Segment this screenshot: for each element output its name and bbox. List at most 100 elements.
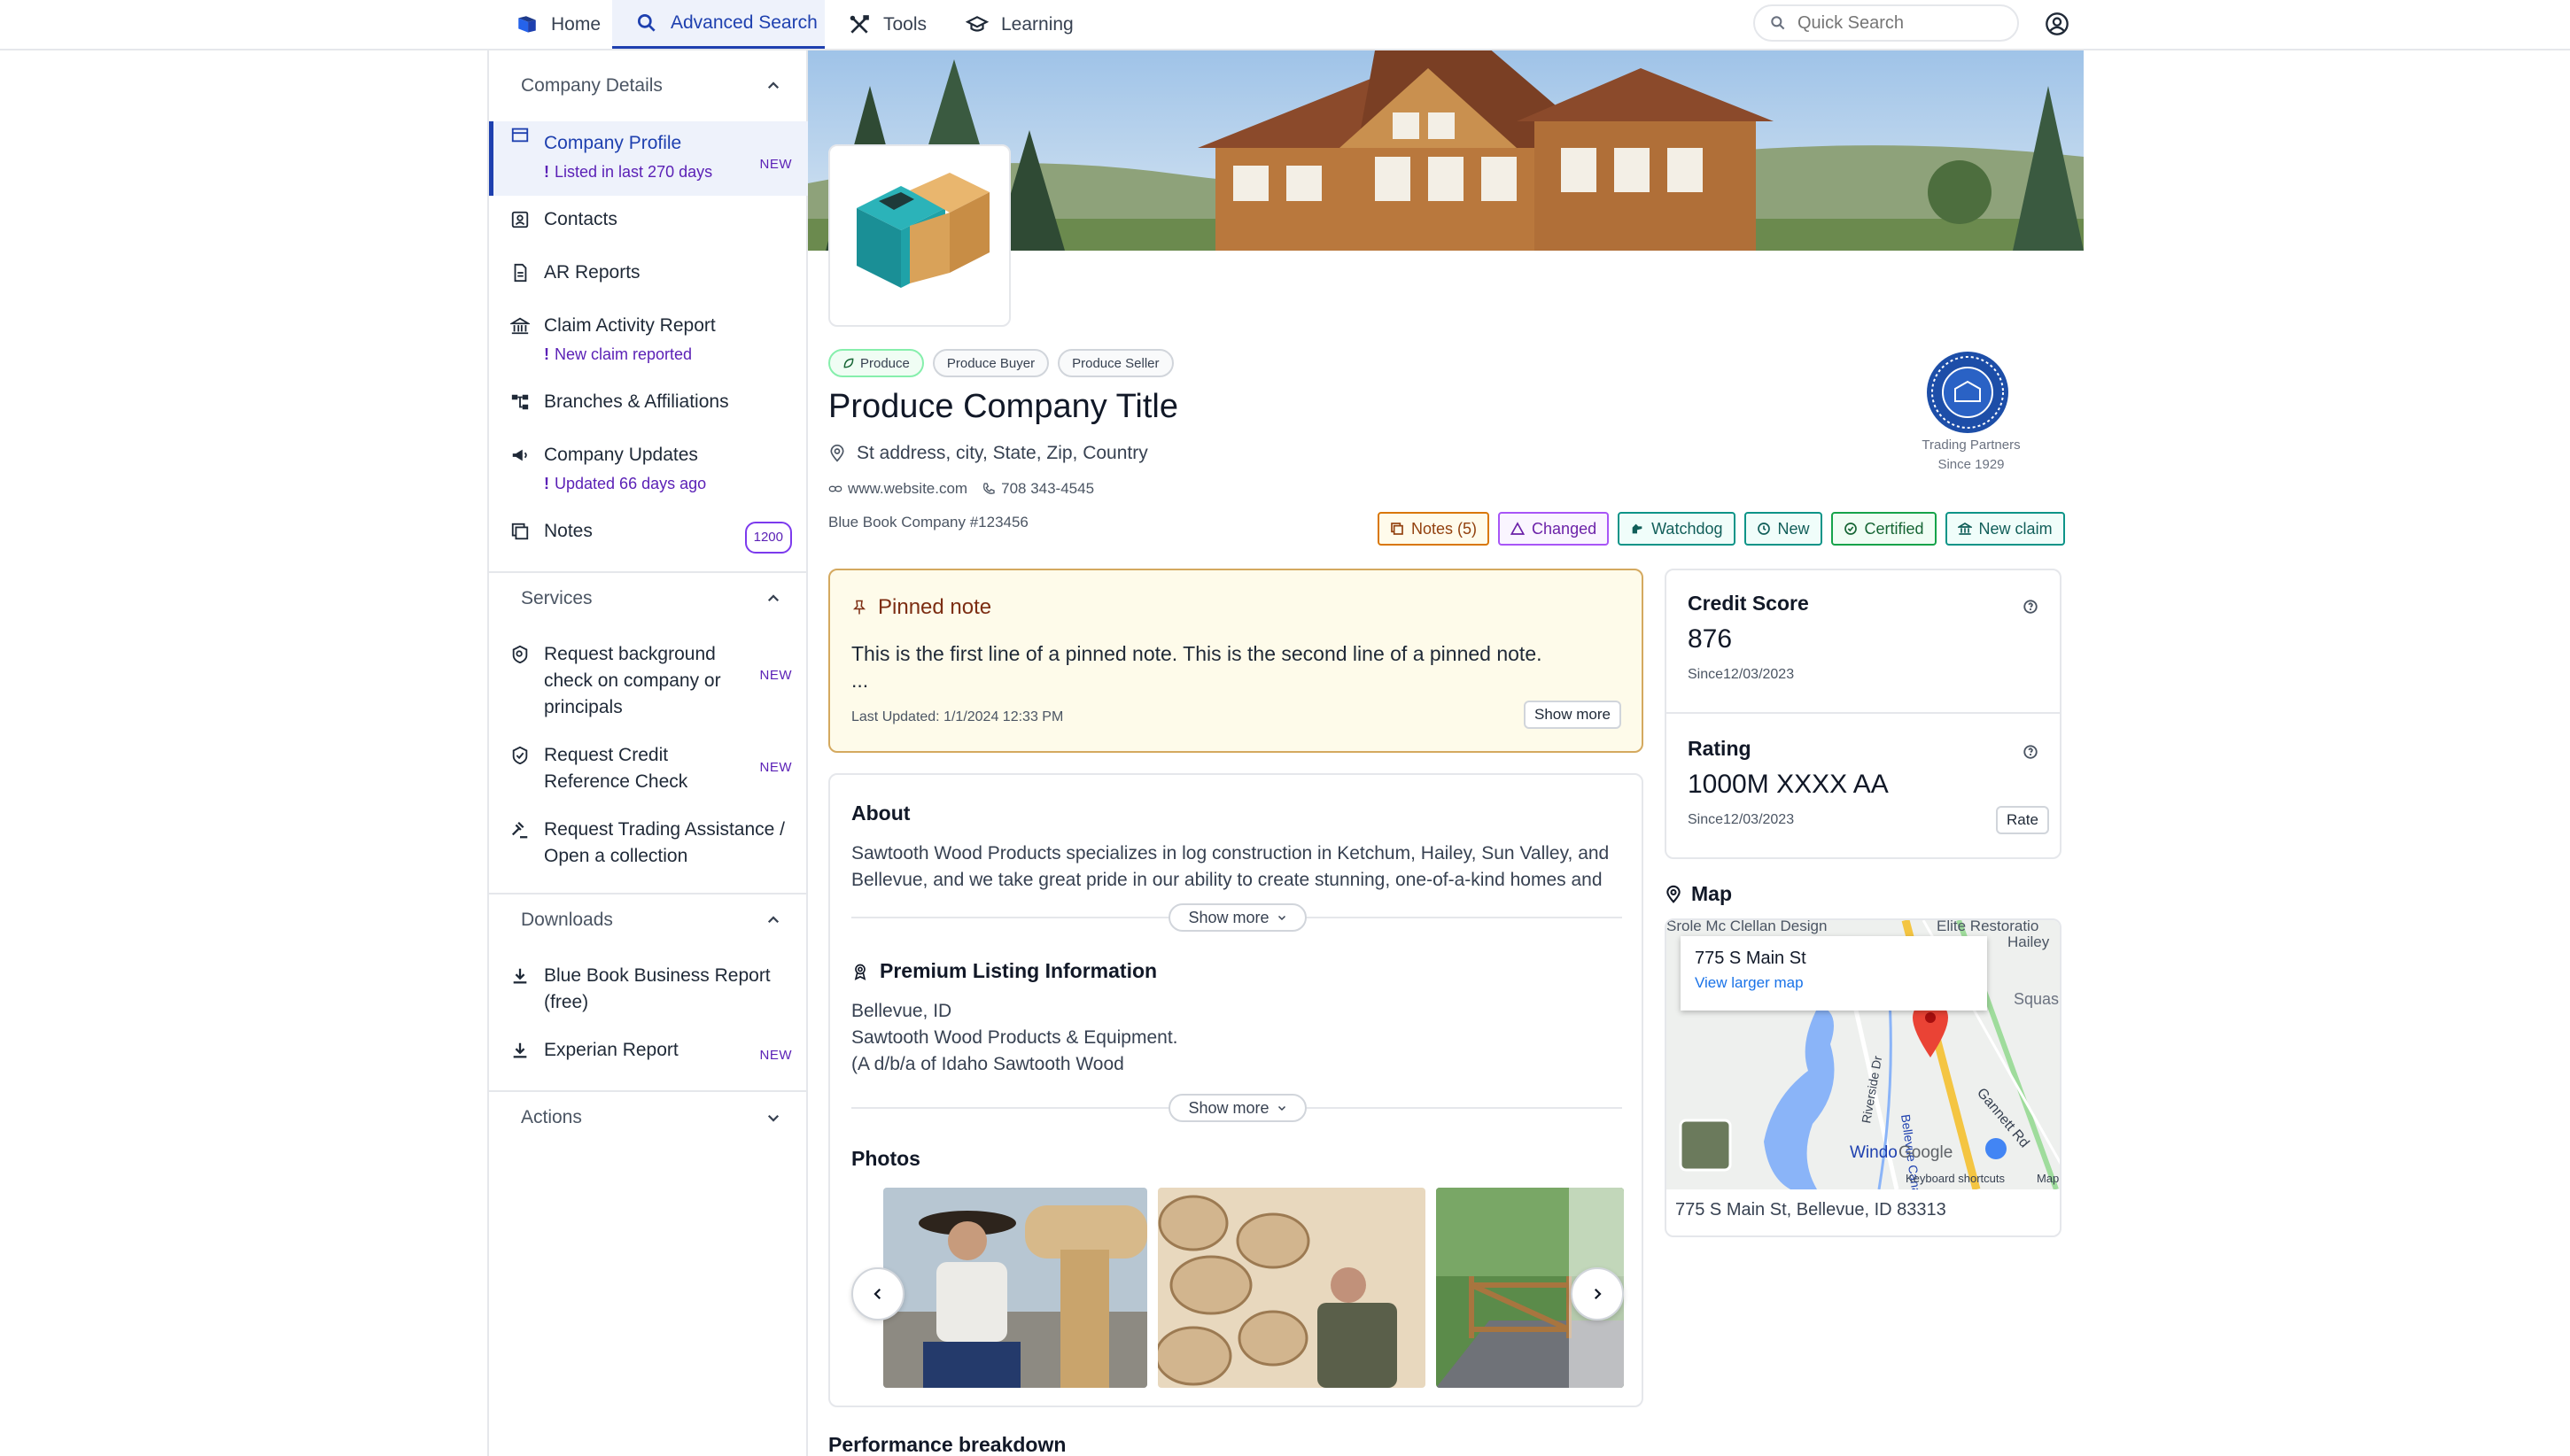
section-company-details[interactable]: Company Details bbox=[489, 59, 808, 112]
download-icon bbox=[513, 968, 527, 984]
user-account-icon[interactable] bbox=[2045, 12, 2069, 36]
changed-badge[interactable]: Changed bbox=[1498, 512, 1610, 546]
sidebar-item-label: AR Reports bbox=[544, 262, 641, 283]
help-icon[interactable] bbox=[2023, 744, 2038, 760]
rate-button[interactable]: Rate bbox=[1996, 806, 2049, 834]
map-popup-title: 775 S Main St bbox=[1695, 949, 1806, 968]
photo-2[interactable] bbox=[1158, 1188, 1425, 1388]
section-services[interactable]: Services bbox=[489, 571, 808, 624]
help-icon[interactable] bbox=[2023, 599, 2038, 615]
tools-icon bbox=[850, 14, 869, 34]
pinned-note-body: This is the first line of a pinned note.… bbox=[851, 638, 1622, 691]
premium-text: Bellevue, ID Sawtooth Wood Products & Eq… bbox=[851, 998, 1622, 1078]
nav-tools-label: Tools bbox=[883, 13, 928, 35]
award-ribbon-icon bbox=[854, 964, 866, 980]
map-label-keyboard: Keyboard shortcuts bbox=[1906, 1172, 2006, 1185]
shield-check-icon bbox=[512, 746, 528, 765]
view-larger-map-link[interactable]: View larger map bbox=[1695, 974, 1973, 992]
credit-score-card: Credit Score 876 Since12/03/2023 Rating … bbox=[1665, 569, 2061, 859]
sidebar-item-branches[interactable]: Branches & Affiliations bbox=[489, 389, 808, 415]
company-address: St address, city, State, Zip, Country bbox=[828, 443, 1148, 464]
rating-since: Since12/03/2023 bbox=[1688, 812, 1795, 827]
sidebar-item-claim-activity[interactable]: Claim Activity Report ! New claim reporte… bbox=[489, 313, 808, 368]
website-link[interactable]: www.website.com bbox=[828, 480, 967, 498]
carousel-prev-button[interactable] bbox=[851, 1267, 905, 1320]
sidebar-item-label: Branches & Affiliations bbox=[544, 391, 729, 412]
company-logo bbox=[828, 144, 1011, 327]
premium-show-more-button[interactable]: Show more bbox=[1169, 1094, 1307, 1122]
sidebar-item-trading-assistance[interactable]: Request Trading Assistance / Open a coll… bbox=[489, 817, 808, 870]
search-icon bbox=[1771, 16, 1785, 30]
sidebar-item-bb-report[interactable]: Blue Book Business Report (free) bbox=[489, 963, 808, 1016]
map-label-top-left: Srole Mc Clellan Design bbox=[1666, 920, 1827, 934]
megaphone-icon bbox=[512, 449, 527, 461]
pinned-note-line: This is the first line of a pinned note.… bbox=[851, 642, 1542, 665]
nav-tools[interactable]: Tools bbox=[848, 0, 927, 49]
top-navigation: Home Advanced Search Tools Learning bbox=[0, 0, 2570, 50]
sidebar-item-label: Company Updates bbox=[544, 445, 698, 465]
credit-score-value: 876 bbox=[1688, 624, 1733, 654]
rating-value: 1000M XXXX AA bbox=[1688, 770, 1889, 799]
check-circle-icon bbox=[1844, 523, 1857, 535]
nav-advanced-search[interactable]: Advanced Search bbox=[612, 0, 825, 49]
leaf-icon bbox=[843, 358, 854, 368]
sidebar-item-label: Request background check on company or p… bbox=[544, 644, 721, 717]
sidebar-item-label: Blue Book Business Report (free) bbox=[544, 965, 771, 1012]
about-show-more-button[interactable]: Show more bbox=[1169, 903, 1307, 932]
pinned-note-ellipsis: ... bbox=[851, 669, 869, 692]
premium-heading: Premium Listing Information bbox=[851, 959, 1157, 983]
tag-produce-seller[interactable]: Produce Seller bbox=[1058, 349, 1174, 377]
watchdog-badge-label: Watchdog bbox=[1651, 519, 1723, 538]
photo-1[interactable] bbox=[883, 1188, 1147, 1388]
sidebar-item-background-check[interactable]: Request background check on company or p… bbox=[489, 641, 808, 721]
graduation-cap-icon bbox=[966, 15, 989, 32]
watchdog-badge[interactable]: Watchdog bbox=[1618, 512, 1735, 546]
certified-badge-label: Certified bbox=[1864, 519, 1924, 538]
new-status-badge[interactable]: New bbox=[1743, 512, 1822, 546]
new-claim-badge[interactable]: New claim bbox=[1945, 512, 2065, 546]
sidebar-item-experian[interactable]: Experian Report NEW bbox=[489, 1037, 808, 1064]
credit-score-label: Credit Score bbox=[1688, 592, 1809, 615]
pinned-note: Pinned note This is the first line of a … bbox=[828, 569, 1643, 753]
premium-line: (A d/b/a of Idaho Sawtooth Wood bbox=[851, 1054, 1124, 1074]
nav-learning[interactable]: Learning bbox=[966, 0, 1074, 49]
carousel-next-button[interactable] bbox=[1571, 1267, 1624, 1320]
website-text: www.website.com bbox=[848, 480, 968, 497]
quick-search[interactable] bbox=[1753, 4, 2019, 42]
nav-home[interactable]: Home bbox=[509, 0, 608, 49]
new-badge-label: New bbox=[1777, 519, 1810, 538]
map-widget[interactable]: Srole Mc Clellan Design Elite Restoratio… bbox=[1665, 918, 2061, 1237]
chevron-right-icon bbox=[1594, 1288, 1602, 1300]
quick-search-input[interactable] bbox=[1797, 12, 2001, 34]
branch-icon bbox=[511, 394, 529, 410]
location-pin-icon bbox=[1666, 885, 1681, 903]
show-more-button[interactable]: Show more bbox=[1524, 701, 1621, 729]
section-downloads[interactable]: Downloads bbox=[489, 893, 808, 946]
satellite-toggle-icon[interactable] bbox=[1679, 1119, 1732, 1172]
credit-score-since: Since12/03/2023 bbox=[1688, 667, 1795, 682]
phone-text: 708 343-4545 bbox=[1001, 480, 1095, 497]
cube-logo-icon bbox=[857, 173, 990, 288]
sidebar-item-ar-reports[interactable]: AR Reports bbox=[489, 259, 808, 286]
sidebar-item-label: Contacts bbox=[544, 209, 617, 229]
sidebar-item-credit-reference[interactable]: Request Credit Reference Check NEW bbox=[489, 742, 808, 795]
sidebar-item-contacts[interactable]: Contacts bbox=[489, 206, 808, 233]
section-actions[interactable]: Actions bbox=[489, 1090, 808, 1143]
section-services-label: Services bbox=[521, 588, 593, 608]
tag-produce[interactable]: Produce bbox=[828, 349, 924, 377]
map-heading-label: Map bbox=[1691, 882, 1732, 905]
nav-learning-label: Learning bbox=[1001, 13, 1074, 35]
book-icon bbox=[518, 15, 536, 33]
tag-produce-buyer[interactable]: Produce Buyer bbox=[932, 349, 1050, 377]
sidebar-item-notes[interactable]: Notes 1200 bbox=[489, 518, 808, 554]
sidebar-item-company-updates[interactable]: Company Updates ! Updated 66 days ago bbox=[489, 442, 808, 497]
phone-link[interactable]: 708 343-4545 bbox=[982, 480, 1094, 498]
sidebar-item-company-profile[interactable]: Company Profile ! Listed in last 270 days… bbox=[489, 121, 808, 196]
premium-heading-label: Premium Listing Information bbox=[880, 959, 1158, 982]
notes-count-badge: 1200 bbox=[744, 522, 792, 554]
notes-badge[interactable]: Notes (5) bbox=[1378, 512, 1490, 546]
seal-caption: Trading Partners Since 1929 bbox=[1905, 436, 2038, 475]
notes-badge-label: Notes (5) bbox=[1411, 519, 1478, 538]
new-badge: NEW bbox=[759, 668, 792, 683]
certified-badge[interactable]: Certified bbox=[1830, 512, 1937, 546]
